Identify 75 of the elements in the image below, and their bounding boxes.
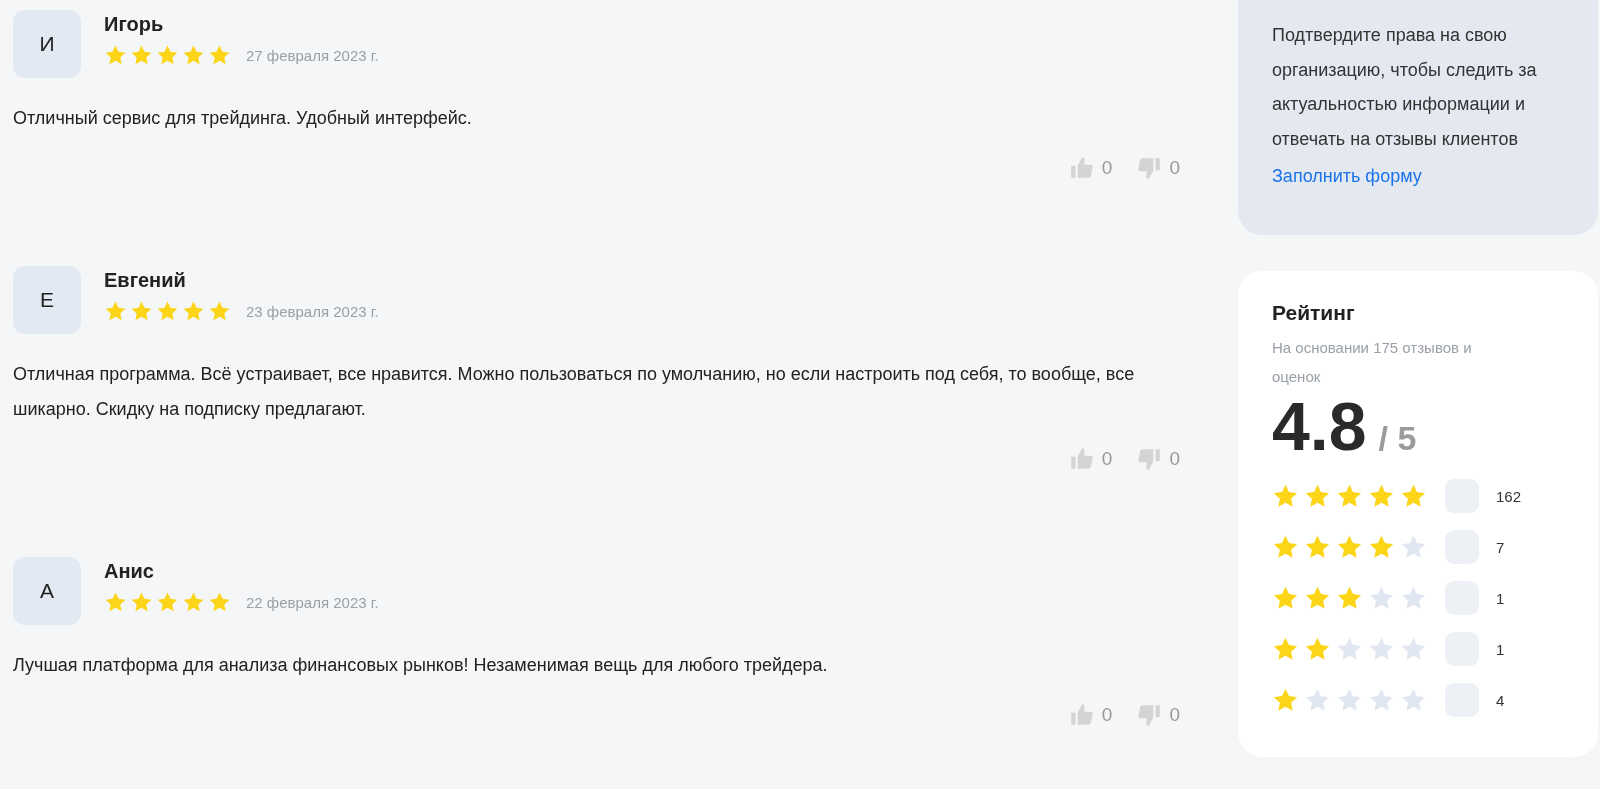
- filled-star-icon: [130, 591, 153, 614]
- filled-star-icon: [1368, 533, 1395, 561]
- filled-star-icon: [1336, 584, 1363, 612]
- review-text: Лучшая платформа для анализа финансовых рынков! Незаменимая вещь для любого трейдера.: [13, 654, 829, 677]
- filled-star-icon: [182, 44, 205, 67]
- filled-star-icon: [156, 44, 179, 67]
- claim-text: Подтвердите права на свою организацию, чтобы следить за актуальностью информации и отвечать на отзывы клиентов: [1272, 24, 1537, 151]
- filled-star-icon: [182, 591, 205, 614]
- empty-star-icon: [1400, 533, 1427, 561]
- rating-max: / 5: [1378, 419, 1417, 458]
- filled-star-icon: [1400, 482, 1427, 510]
- reviewer-name: Игорь: [104, 13, 165, 36]
- filled-star-icon: [1368, 482, 1395, 510]
- rating-count: 4: [1496, 691, 1505, 709]
- empty-star-icon: [1400, 584, 1427, 612]
- filled-star-icon: [1272, 533, 1299, 561]
- review-date: 23 февраля 2023 г.: [246, 303, 379, 320]
- filled-star-icon: [104, 591, 127, 614]
- thumbs-down-icon: [1136, 446, 1163, 472]
- dislike-button[interactable]: 0: [1136, 446, 1180, 472]
- review-text: Отличный сервис для трейдинга. Удобный интерфейс.: [13, 107, 473, 130]
- filled-star-icon: [1272, 584, 1299, 612]
- avatar: И: [13, 10, 81, 78]
- reviewer-name: Евгений: [104, 269, 187, 292]
- filled-star-icon: [156, 591, 179, 614]
- filled-star-icon: [208, 44, 231, 67]
- rating-score: 4.8: [1272, 387, 1367, 465]
- thumbs-up-icon: [1068, 155, 1095, 181]
- empty-star-icon: [1400, 686, 1427, 714]
- filled-star-icon: [1272, 635, 1299, 663]
- avatar: Е: [13, 266, 81, 334]
- filled-star-icon: [1304, 635, 1331, 663]
- rating-title: Рейтинг: [1272, 301, 1356, 325]
- thumbs-up-icon: [1068, 446, 1095, 472]
- thumbs-up-icon: [1068, 702, 1095, 728]
- avatar: А: [13, 557, 81, 625]
- empty-star-icon: [1368, 686, 1395, 714]
- like-button[interactable]: 0: [1068, 446, 1113, 472]
- filled-star-icon: [1336, 482, 1363, 510]
- filled-star-icon: [182, 300, 205, 323]
- filled-star-icon: [1272, 482, 1299, 510]
- filled-star-icon: [1336, 533, 1363, 561]
- filled-star-icon: [104, 300, 127, 323]
- filled-star-icon: [130, 300, 153, 323]
- rating-count: 7: [1496, 538, 1505, 556]
- review-date: 22 февраля 2023 г.: [246, 594, 379, 611]
- like-button[interactable]: 0: [1068, 702, 1113, 728]
- filled-star-icon: [1304, 533, 1331, 561]
- empty-star-icon: [1336, 686, 1363, 714]
- empty-star-icon: [1304, 686, 1331, 714]
- empty-star-icon: [1336, 635, 1363, 663]
- like-button[interactable]: 0: [1068, 155, 1113, 181]
- dislike-button[interactable]: 0: [1136, 702, 1180, 728]
- thumbs-down-icon: [1136, 155, 1163, 181]
- empty-star-icon: [1368, 584, 1395, 612]
- review-date: 27 февраля 2023 г.: [246, 47, 379, 64]
- filled-star-icon: [1304, 482, 1331, 510]
- filled-star-icon: [156, 300, 179, 323]
- rating-count: 1: [1496, 640, 1505, 658]
- rating-subtitle: На основании 175 отзывов и оценок: [1272, 338, 1473, 387]
- filled-star-icon: [104, 44, 127, 67]
- dislike-button[interactable]: 0: [1136, 155, 1180, 181]
- empty-star-icon: [1400, 635, 1427, 663]
- filled-star-icon: [1272, 686, 1299, 714]
- reviewer-name: Анис: [104, 560, 155, 583]
- empty-star-icon: [1368, 635, 1395, 663]
- filled-star-icon: [208, 300, 231, 323]
- filled-star-icon: [1304, 584, 1331, 612]
- filled-star-icon: [130, 44, 153, 67]
- filled-star-icon: [208, 591, 231, 614]
- fill-form-link[interactable]: Заполнить форму: [1272, 166, 1422, 187]
- review-text: Отличная программа. Всё устраивает, все нравится. Можно пользоваться по умолчанию, но если настроить под себя, то вообще, все шикарно. Скидку на подписку предлагают.: [13, 363, 1136, 421]
- rating-count: 162: [1496, 487, 1522, 505]
- rating-count: 1: [1496, 589, 1505, 607]
- thumbs-down-icon: [1136, 702, 1163, 728]
